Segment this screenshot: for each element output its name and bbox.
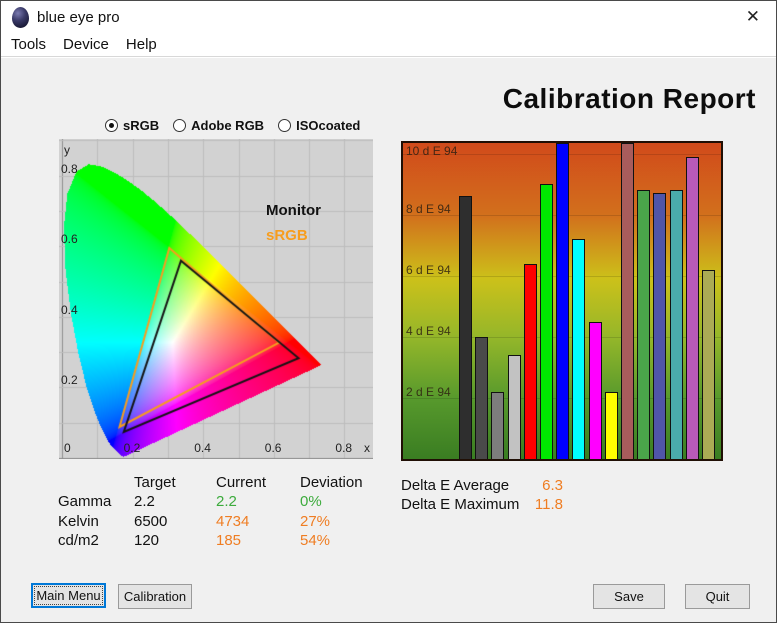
cie-chromaticity-chart: Monitor sRGB 0 0.2 0.4 0.6 0.8 0.2 0.4 0.6 0.8 x y <box>59 139 373 459</box>
menu-device[interactable]: Device <box>63 36 109 53</box>
legend-monitor: Monitor <box>266 202 321 219</box>
radio-icon <box>173 119 187 132</box>
radio-isocoated-label: ISOcoated <box>296 118 361 133</box>
luminance-current: 185 <box>216 531 242 549</box>
menu-help[interactable]: Help <box>126 36 157 53</box>
gamut-radio-group: sRGB Adobe RGB ISOcoated <box>105 118 360 133</box>
app-window: blue eye pro ✕ Tools Device Help Calibra… <box>0 0 777 623</box>
calibration-button[interactable]: Calibration <box>118 584 192 609</box>
delta-e-bar-medium-green <box>637 190 650 459</box>
delta-e-bar-area: 2 d E 94 4 d E 94 6 d E 94 8 d E 94 10 d E 9… <box>403 143 721 459</box>
row-label-kelvin: Kelvin <box>58 512 99 530</box>
delta-e-bar-brown <box>621 143 634 459</box>
cie-canvas <box>59 139 373 459</box>
delta-e-bar-black <box>459 196 472 459</box>
window-title: blue eye pro <box>37 9 120 26</box>
row-label-gamma: Gamma <box>58 493 112 511</box>
delta-e-maximum-label: Delta E Maximum <box>401 496 520 514</box>
menu-tools[interactable]: Tools <box>11 36 46 53</box>
measurement-table: Target Current Deviation Gamma 2.2 2.2 0… <box>58 473 380 550</box>
delta-e-tick-label: 2 d E 94 <box>406 384 451 399</box>
delta-e-bar-blue <box>556 143 569 459</box>
delta-e-bar-light-gray <box>508 355 521 459</box>
luminance-target: 120 <box>134 531 160 549</box>
delta-e-bar-cyan <box>572 239 585 459</box>
delta-e-bar-chart: 2 d E 94 4 d E 94 6 d E 94 8 d E 94 10 d E 9… <box>401 141 723 461</box>
table-corner <box>58 473 134 492</box>
delta-e-average-value: 6.3 <box>542 477 563 494</box>
delta-e-bar-gray <box>491 392 504 459</box>
delta-e-tick-label: 8 d E 94 <box>406 201 451 216</box>
col-header-target: Target <box>134 474 176 491</box>
radio-srgb[interactable]: sRGB <box>105 118 159 133</box>
delta-e-bar-magenta <box>589 322 602 459</box>
delta-e-bar-green <box>540 184 553 459</box>
report-content: Calibration Report sRGB Adobe RGB ISOcoa… <box>1 58 776 622</box>
delta-e-bar-olive <box>702 270 715 459</box>
delta-e-bar-dark-gray <box>475 337 488 459</box>
delta-e-bar-red <box>524 264 537 459</box>
quit-button[interactable]: Quit <box>685 584 750 609</box>
delta-e-summary: Delta E Average 6.3 Delta E Maximum 11.8 <box>401 476 563 515</box>
delta-e-bar-slate-blue <box>653 193 666 459</box>
legend-srgb: sRGB <box>266 227 308 244</box>
delta-e-bar-orchid <box>686 157 699 459</box>
radio-isocoated[interactable]: ISOcoated <box>278 118 360 133</box>
delta-e-tick-label: 4 d E 94 <box>406 323 451 338</box>
delta-e-maximum-value: 11.8 <box>534 496 563 514</box>
kelvin-deviation: 27% <box>300 512 331 530</box>
gamma-current: 2.2 <box>216 493 237 511</box>
delta-e-average-label: Delta E Average <box>401 477 510 494</box>
luminance-deviation: 54% <box>300 531 331 549</box>
col-header-deviation: Deviation <box>300 474 363 491</box>
kelvin-current: 4734 <box>216 512 250 530</box>
delta-e-bar-teal <box>670 190 683 459</box>
kelvin-target: 6500 <box>134 512 168 530</box>
x-axis-label: x <box>364 441 370 455</box>
menu-bar: Tools Device Help <box>1 33 776 57</box>
app-icon <box>12 7 29 28</box>
page-title: Calibration Report <box>502 83 756 114</box>
close-icon[interactable]: ✕ <box>746 7 760 27</box>
delta-e-tick-label: 6 d E 94 <box>406 262 451 277</box>
row-label-luminance: cd/m2 <box>58 531 99 549</box>
col-header-current: Current <box>216 474 267 491</box>
save-button[interactable]: Save <box>593 584 665 609</box>
radio-adobe-rgb[interactable]: Adobe RGB <box>173 118 264 133</box>
gamma-deviation: 0% <box>300 493 322 511</box>
gamma-target: 2.2 <box>134 493 155 511</box>
y-axis-label: y <box>64 143 70 157</box>
delta-e-bar-yellow <box>605 392 618 459</box>
main-menu-button[interactable]: Main Menu <box>31 583 106 608</box>
radio-icon <box>278 119 292 132</box>
radio-srgb-label: sRGB <box>123 118 160 133</box>
title-bar: blue eye pro ✕ <box>1 1 776 33</box>
delta-e-tick-label: 10 d E 94 <box>406 144 458 158</box>
radio-icon <box>105 119 118 132</box>
radio-adobe-rgb-label: Adobe RGB <box>191 118 265 133</box>
